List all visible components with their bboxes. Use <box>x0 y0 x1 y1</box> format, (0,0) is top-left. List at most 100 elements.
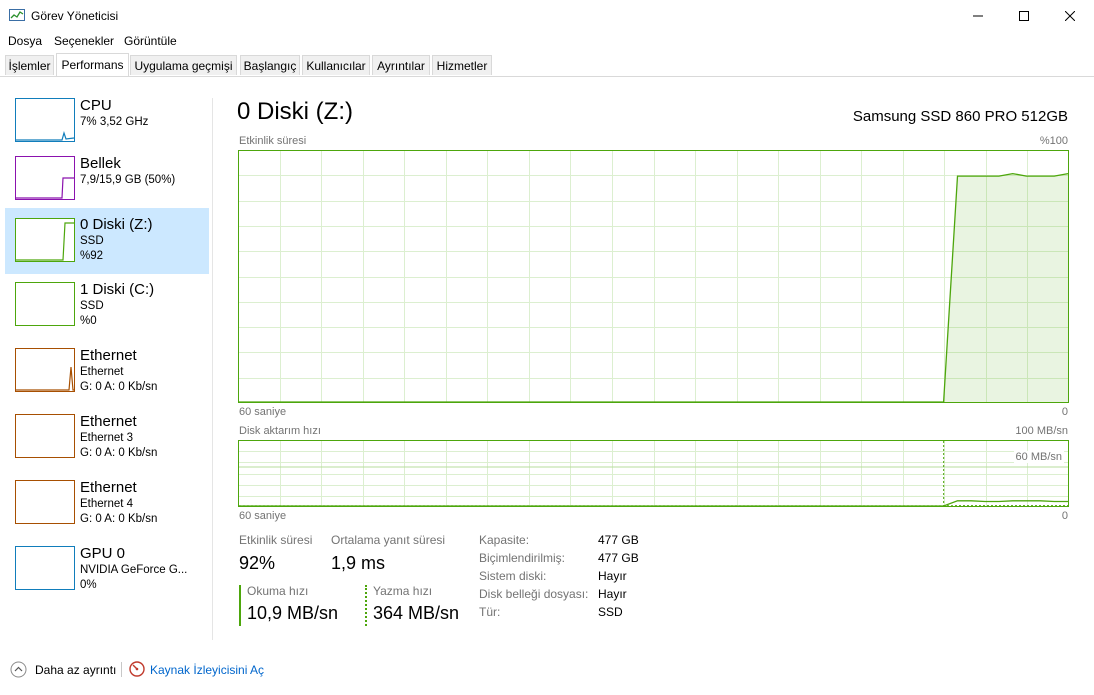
tab-details[interactable]: Ayrıntılar <box>372 55 430 75</box>
sidebar-thumbnail <box>15 414 75 458</box>
property-label: Sistem diski: <box>479 569 547 583</box>
graph1-max-label: %100 <box>1039 135 1068 147</box>
active-time-label: Etkinlik süresi <box>239 533 313 547</box>
graph2-right-label: 0 <box>1061 510 1068 522</box>
sidebar-item-title: Ethernet <box>80 347 137 364</box>
sidebar-item-line1: 7,9/15,9 GB (50%) <box>80 174 176 186</box>
sidebar-item-line2: %0 <box>80 315 97 327</box>
property-label: Disk belleği dosyası: <box>479 587 589 601</box>
fewer-details-button[interactable]: Daha az ayrıntı <box>35 663 116 677</box>
property-value: 477 GB <box>598 551 639 565</box>
sidebar-thumbnail-line <box>16 366 74 391</box>
graph2-left-label: 60 saniye <box>239 510 287 522</box>
write-rate-value: 364 MB/sn <box>373 603 460 623</box>
graph1-label: Etkinlik süresi <box>239 135 307 147</box>
tab-startup[interactable]: Başlangıç <box>240 55 300 75</box>
sidebar-thumbnail-graph <box>16 547 74 589</box>
sidebar-item-line1: SSD <box>80 300 104 312</box>
avg-response-label: Ortalama yanıt süresi <box>331 533 446 547</box>
resource-monitor-icon <box>129 661 145 677</box>
sidebar-item-title: GPU 0 <box>80 545 126 562</box>
sidebar-item-line2: 0% <box>80 579 97 591</box>
sidebar-thumbnail <box>15 282 75 326</box>
property-label: Biçimlendirilmiş: <box>479 551 566 565</box>
sidebar-thumbnail-graph <box>16 177 74 199</box>
read-rate-legend-bar <box>239 585 241 626</box>
minimize-icon <box>973 15 983 16</box>
title-bar <box>0 0 1094 31</box>
sidebar-item-line1: NVIDIA GeForce G... <box>80 564 188 576</box>
graph2-mid-label: 60 MB/sn <box>1013 451 1064 463</box>
task-manager-icon <box>9 9 25 21</box>
sidebar-thumbnail <box>15 156 75 200</box>
sidebar-item-line1: SSD <box>80 235 104 247</box>
sidebar-item-title: Ethernet <box>80 479 137 496</box>
sidebar-item-title: Ethernet <box>80 413 137 430</box>
sidebar-thumbnail <box>15 480 75 524</box>
write-rate-legend-bar <box>365 585 367 626</box>
property-value: 477 GB <box>598 533 639 547</box>
sidebar-item-title: CPU <box>80 97 112 114</box>
graph1-left-label: 60 saniye <box>239 406 287 418</box>
sidebar-thumbnail-line <box>16 130 74 141</box>
active-time-graph <box>238 150 1069 403</box>
maximize-button[interactable] <box>1001 0 1047 31</box>
graph2-max-label: 100 MB/sn <box>1015 425 1068 437</box>
graph2-label: Disk aktarım hızı <box>239 425 321 437</box>
tab-app-history[interactable]: Uygulama geçmişi <box>130 55 237 75</box>
tab-users[interactable]: Kullanıcılar <box>302 55 370 75</box>
tab-performance[interactable]: Performans <box>56 53 129 76</box>
tab-services[interactable]: Hizmetler <box>432 55 492 75</box>
sidebar-item-line2: G: 0 A: 0 Kb/sn <box>80 381 158 393</box>
sidebar-thumbnail-graph <box>16 415 74 457</box>
maximize-icon <box>1019 10 1029 21</box>
page-title: 0 Diski (Z:) <box>237 98 353 125</box>
sidebar-thumbnail-graph <box>16 481 74 523</box>
property-value: Hayır <box>598 587 627 601</box>
property-value: Hayır <box>598 569 627 583</box>
sidebar-item-title: Bellek <box>80 155 121 172</box>
sidebar-item-line2: G: 0 A: 0 Kb/sn <box>80 447 158 459</box>
sidebar-item-line2: G: 0 A: 0 Kb/sn <box>80 513 158 525</box>
sidebar-thumbnail <box>15 546 75 590</box>
avg-response-value: 1,9 ms <box>331 553 386 573</box>
sidebar-thumbnail-line <box>16 177 74 199</box>
sidebar-thumbnail-graph <box>16 130 74 141</box>
transfer-rate-graph <box>238 440 1069 507</box>
menu-file[interactable]: Dosya <box>8 34 42 48</box>
close-icon <box>1065 10 1075 21</box>
sidebar-item-line2: %92 <box>80 250 104 262</box>
window-title: Görev Yöneticisi <box>31 9 119 23</box>
device-name: Samsung SSD 860 PRO 512GB <box>852 108 1068 125</box>
read-rate-value: 10,9 MB/sn <box>247 603 339 623</box>
property-label: Kapasite: <box>479 533 530 547</box>
sidebar-item-line1: 7% 3,52 GHz <box>80 116 149 128</box>
read-rate-label: Okuma hızı <box>247 584 309 598</box>
sidebar-divider <box>212 98 213 640</box>
sidebar-item-line1: Ethernet 4 <box>80 498 134 510</box>
sidebar-item-line1: Ethernet 3 <box>80 432 134 444</box>
sidebar-thumbnail <box>15 98 75 142</box>
property-label: Tür: <box>479 605 501 619</box>
active-time-value: 92% <box>239 553 276 573</box>
sidebar-thumbnail <box>15 348 75 392</box>
open-resource-monitor-link[interactable]: Kaynak İzleyicisini Aç <box>150 663 264 677</box>
menu-options[interactable]: Seçenekler <box>54 34 114 48</box>
footer-divider <box>121 662 122 677</box>
sidebar-item-title: 0 Diski (Z:) <box>80 216 153 233</box>
close-button[interactable] <box>1047 0 1093 31</box>
sidebar-item-title: 1 Diski (C:) <box>80 281 155 298</box>
sidebar-thumbnail-graph <box>16 366 74 391</box>
write-rate-label: Yazma hızı <box>373 584 433 598</box>
chevron-up-icon[interactable] <box>10 661 27 678</box>
sidebar-thumbnail-graph <box>16 283 74 325</box>
graph1-right-label: 0 <box>1061 406 1068 418</box>
sidebar-item-line1: Ethernet <box>80 366 124 378</box>
minimize-button[interactable] <box>955 0 1001 31</box>
property-value: SSD <box>598 605 623 619</box>
sidebar-thumbnail-line <box>16 222 74 261</box>
sidebar-thumbnail-graph <box>16 222 74 261</box>
sidebar-thumbnail <box>15 218 75 262</box>
menu-view[interactable]: Görüntüle <box>124 34 177 48</box>
tab-processes[interactable]: İşlemler <box>5 55 54 75</box>
